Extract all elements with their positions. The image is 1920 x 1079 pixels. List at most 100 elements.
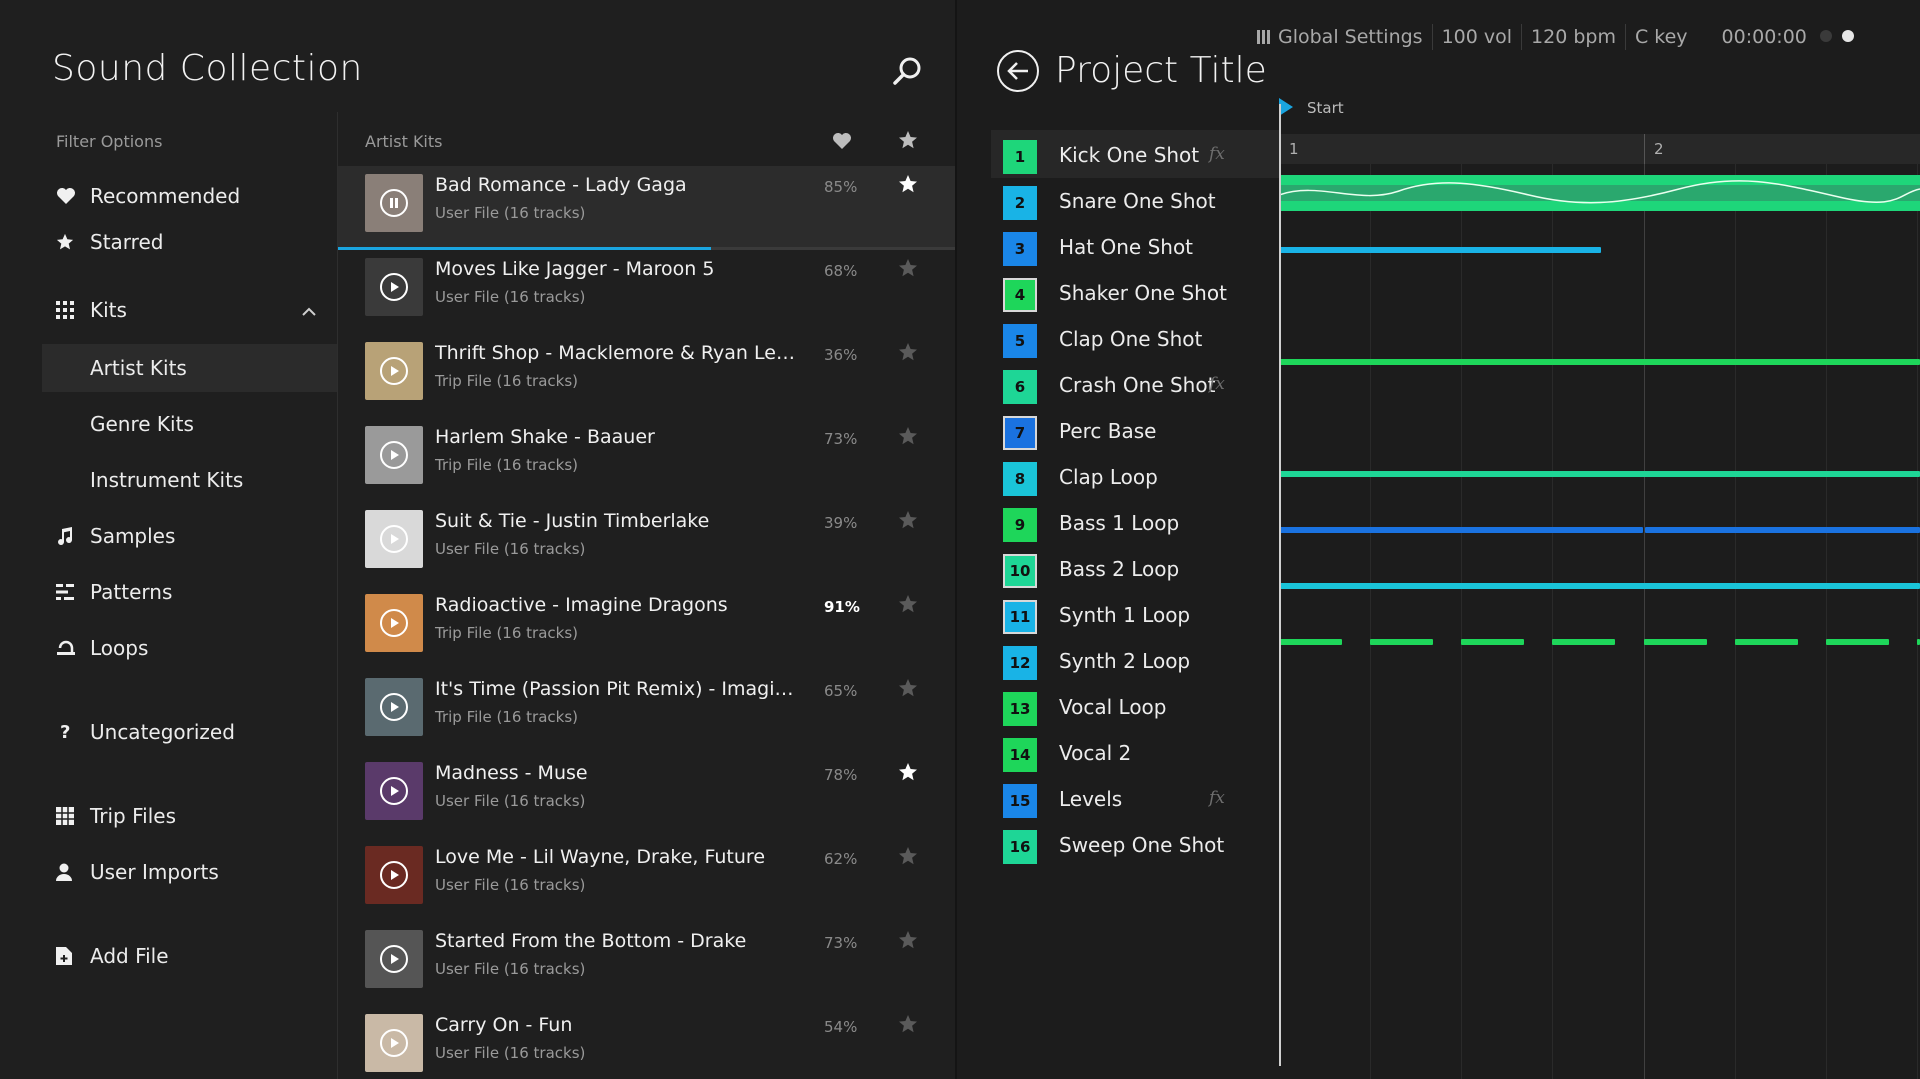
play-icon[interactable] <box>380 609 408 637</box>
track-name[interactable]: Kick One Shot <box>1059 143 1199 167</box>
star-icon[interactable] <box>898 1014 918 1038</box>
star-icon[interactable] <box>898 594 918 618</box>
track-number[interactable]: 16 <box>1003 830 1037 864</box>
track-row[interactable]: 16 Sweep One Shot <box>991 820 1920 868</box>
track-row[interactable]: 6 Crash One Shot fx <box>991 360 1920 408</box>
star-icon[interactable] <box>898 258 918 282</box>
sort-by-starred-star-icon[interactable] <box>898 130 918 154</box>
track-number[interactable]: 3 <box>1003 232 1037 266</box>
track-number[interactable]: 15 <box>1003 784 1037 818</box>
track-row[interactable]: 14 Vocal 2 <box>991 728 1920 776</box>
play-toggle[interactable] <box>1819 28 1855 42</box>
track-row[interactable]: 2 Snare One Shot <box>991 176 1920 224</box>
track-name[interactable]: Crash One Shot <box>1059 373 1215 397</box>
track-row[interactable]: 5 Clap One Shot <box>991 314 1920 362</box>
play-icon[interactable] <box>380 861 408 889</box>
star-icon[interactable] <box>898 426 918 450</box>
play-icon[interactable] <box>380 693 408 721</box>
play-icon[interactable] <box>380 357 408 385</box>
track-row[interactable]: 3 Hat One Shot <box>991 222 1920 270</box>
kit-row[interactable]: It's Time (Passion Pit Remix) - Imagine.… <box>338 670 955 754</box>
track-name[interactable]: Clap One Shot <box>1059 327 1202 351</box>
track-row[interactable]: 1 Kick One Shot fx <box>991 130 1279 178</box>
timeline-ruler[interactable]: 1 2 <box>1279 134 1920 164</box>
nav-item-uncategorized[interactable]: ? Uncategorized <box>42 708 337 756</box>
star-icon[interactable] <box>898 846 918 870</box>
kit-row[interactable]: Love Me - Lil Wayne, Drake, Future User F… <box>338 838 955 922</box>
track-name[interactable]: Synth 2 Loop <box>1059 649 1190 673</box>
play-icon[interactable] <box>380 777 408 805</box>
kit-row[interactable]: Thrift Shop - Macklemore & Ryan Lewis Tri… <box>338 334 955 418</box>
track-name[interactable]: Sweep One Shot <box>1059 833 1224 857</box>
kit-row[interactable]: Moves Like Jagger - Maroon 5 User File (1… <box>338 250 955 334</box>
track-number[interactable]: 6 <box>1003 370 1037 404</box>
track-row[interactable]: 13 Vocal Loop <box>991 682 1920 730</box>
track-number[interactable]: 7 <box>1003 416 1037 450</box>
track-name[interactable]: Vocal 2 <box>1059 741 1131 765</box>
track-name[interactable]: Synth 1 Loop <box>1059 603 1190 627</box>
back-button[interactable] <box>997 50 1039 92</box>
kit-row[interactable]: Radioactive - Imagine Dragons Trip File (… <box>338 586 955 670</box>
nav-item-patterns[interactable]: Patterns <box>42 568 337 616</box>
track-row[interactable]: 9 Bass 1 Loop <box>991 498 1920 546</box>
track-name[interactable]: Hat One Shot <box>1059 235 1193 259</box>
track-number[interactable]: 2 <box>1003 186 1037 220</box>
global-settings-button[interactable]: Global Settings <box>1278 26 1423 48</box>
track-row[interactable]: 12 Synth 2 Loop <box>991 636 1920 684</box>
star-filled-icon[interactable] <box>898 174 918 198</box>
play-icon[interactable] <box>380 945 408 973</box>
track-name[interactable]: Levels <box>1059 787 1122 811</box>
track-number[interactable]: 8 <box>1003 462 1037 496</box>
sort-by-match-heart-icon[interactable] <box>832 132 852 154</box>
play-icon[interactable] <box>380 441 408 469</box>
kit-row[interactable]: Madness - Muse User File (16 tracks) 78% <box>338 754 955 838</box>
track-row[interactable]: 11 Synth 1 Loop <box>991 590 1920 638</box>
key-value[interactable]: C key <box>1635 26 1688 48</box>
nav-item-kits[interactable]: Kits <box>42 286 337 334</box>
nav-item-add-file[interactable]: Add File <box>42 932 337 980</box>
track-number[interactable]: 13 <box>1003 692 1037 726</box>
nav-item-artist-kits[interactable]: Artist Kits <box>42 344 337 392</box>
track-number[interactable]: 12 <box>1003 646 1037 680</box>
track-name[interactable]: Clap Loop <box>1059 465 1158 489</box>
nav-item-recommended[interactable]: Recommended <box>42 172 337 220</box>
track-number[interactable]: 14 <box>1003 738 1037 772</box>
star-filled-icon[interactable] <box>898 762 918 786</box>
track-row[interactable]: 10 Bass 2 Loop <box>991 544 1920 592</box>
kit-row[interactable]: Harlem Shake - Baauer Trip File (16 track… <box>338 418 955 502</box>
track-number[interactable]: 11 <box>1003 600 1037 634</box>
nav-item-genre-kits[interactable]: Genre Kits <box>42 400 337 448</box>
play-icon[interactable] <box>380 273 408 301</box>
play-icon[interactable] <box>380 525 408 553</box>
nav-item-loops[interactable]: Loops <box>42 624 337 672</box>
track-row[interactable]: 8 Clap Loop <box>991 452 1920 500</box>
track-number[interactable]: 5 <box>1003 324 1037 358</box>
kit-row[interactable]: Started From the Bottom - Drake User File… <box>338 922 955 1006</box>
track-number[interactable]: 10 <box>1003 554 1037 588</box>
track-row[interactable]: 4 Shaker One Shot <box>991 268 1920 316</box>
track-row[interactable]: 15 Levels fx <box>991 774 1920 822</box>
search-button[interactable] <box>888 52 928 92</box>
track-name[interactable]: Snare One Shot <box>1059 189 1216 213</box>
track-number[interactable]: 4 <box>1003 278 1037 312</box>
tempo-value[interactable]: 120 bpm <box>1531 26 1616 48</box>
track-name[interactable]: Bass 1 Loop <box>1059 511 1179 535</box>
track-number[interactable]: 9 <box>1003 508 1037 542</box>
nav-item-trip-files[interactable]: Trip Files <box>42 792 337 840</box>
nav-item-instrument-kits[interactable]: Instrument Kits <box>42 456 337 504</box>
kit-row[interactable]: Carry On - Fun User File (16 tracks) 54% <box>338 1006 955 1079</box>
track-row[interactable]: 7 Perc Base <box>991 406 1920 454</box>
fx-icon[interactable]: fx <box>1209 144 1225 164</box>
chevron-up-icon[interactable] <box>301 302 317 321</box>
star-icon[interactable] <box>898 930 918 954</box>
track-name[interactable]: Perc Base <box>1059 419 1157 443</box>
nav-item-starred[interactable]: Starred <box>42 218 337 266</box>
fx-icon[interactable]: fx <box>1209 374 1225 394</box>
kit-row[interactable]: Bad Romance - Lady Gaga User File (16 tra… <box>338 166 955 250</box>
pause-icon[interactable] <box>380 189 408 217</box>
kit-row[interactable]: Suit & Tie - Justin Timberlake User File … <box>338 502 955 586</box>
track-name[interactable]: Bass 2 Loop <box>1059 557 1179 581</box>
track-name[interactable]: Vocal Loop <box>1059 695 1167 719</box>
track-number[interactable]: 1 <box>1003 140 1037 174</box>
play-icon[interactable] <box>380 1029 408 1057</box>
